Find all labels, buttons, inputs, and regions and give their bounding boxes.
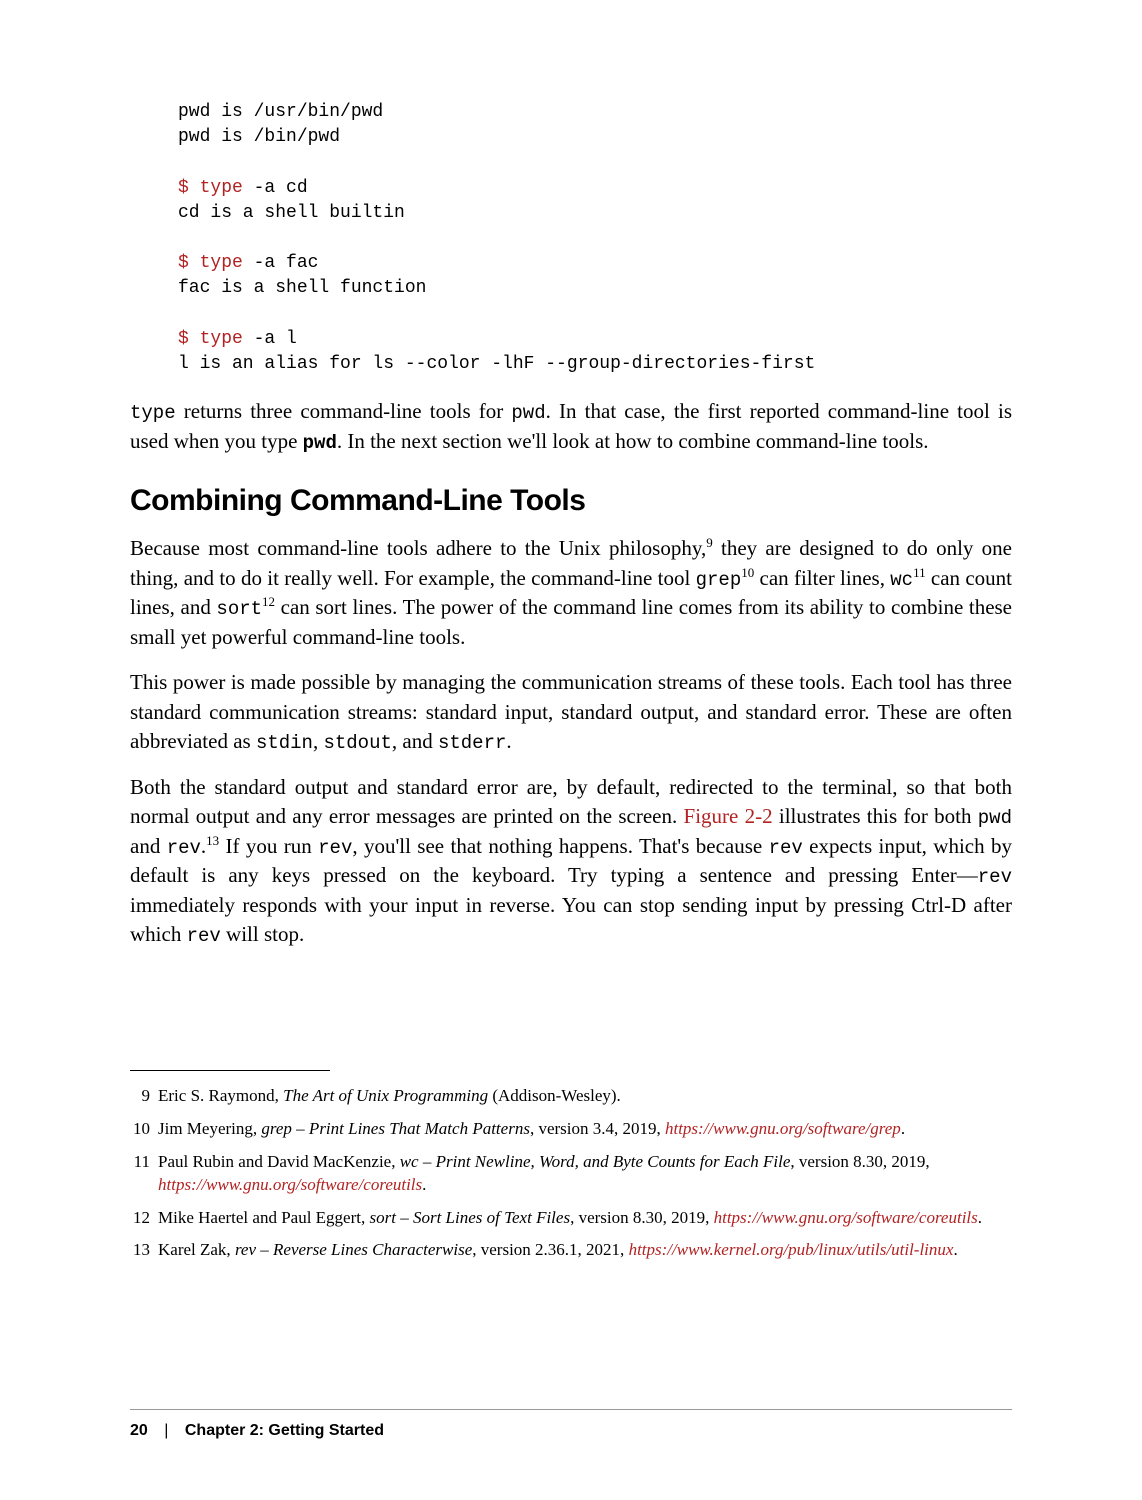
footnote-link[interactable]: https://www.gnu.org/software/coreutils — [158, 1175, 422, 1194]
footnote-number: 9 — [130, 1085, 158, 1108]
footnote-link[interactable]: https://www.gnu.org/software/coreutils — [714, 1208, 978, 1227]
footnote-ref: 10 — [741, 565, 754, 580]
footnote-text: Jim Meyering, grep – Print Lines That Ma… — [158, 1118, 1012, 1141]
paragraph: Both the standard output and standard er… — [130, 773, 1012, 950]
footnote-ref: 12 — [262, 594, 275, 609]
inline-code: rev — [769, 837, 803, 859]
footnote: 10 Jim Meyering, grep – Print Lines That… — [130, 1118, 1012, 1141]
inline-code-bold: pwd — [303, 432, 337, 454]
section-heading: Combining Command-Line Tools — [130, 484, 1012, 518]
footnote-link[interactable]: https://www.gnu.org/software/grep — [665, 1119, 901, 1138]
paragraph: This power is made possible by managing … — [130, 668, 1012, 756]
figure-link[interactable]: Figure 2-2 — [684, 804, 773, 828]
command: type — [200, 253, 243, 273]
code-line: pwd is /usr/bin/pwd — [178, 102, 383, 122]
footnote-number: 11 — [130, 1151, 158, 1197]
footnote-number: 13 — [130, 1239, 158, 1262]
footnote: 12 Mike Haertel and Paul Eggert, sort – … — [130, 1207, 1012, 1230]
footnote-ref: 11 — [913, 565, 926, 580]
footnote-text: Karel Zak, rev – Reverse Lines Character… — [158, 1239, 1012, 1262]
inline-code: stderr — [438, 732, 506, 754]
command-args: -a cd — [243, 178, 308, 198]
inline-code: type — [130, 402, 176, 424]
chapter-title: Chapter 2: Getting Started — [185, 1422, 384, 1439]
footnote-text: Paul Rubin and David MacKenzie, wc – Pri… — [158, 1151, 1012, 1197]
inline-code: rev — [187, 925, 221, 947]
footnote-number: 12 — [130, 1207, 158, 1230]
inline-code: pwd — [978, 807, 1012, 829]
prompt: $ — [178, 329, 200, 349]
command-args: -a l — [243, 329, 297, 349]
page-footer: 20 | Chapter 2: Getting Started — [130, 1409, 1012, 1440]
command: type — [200, 329, 243, 349]
inline-code: grep — [696, 569, 742, 591]
prompt: $ — [178, 178, 200, 198]
footnote: 9 Eric S. Raymond, The Art of Unix Progr… — [130, 1085, 1012, 1108]
footnote-separator — [130, 1070, 330, 1071]
code-output: cd is a shell builtin — [178, 203, 405, 223]
page-number: 20 — [130, 1422, 148, 1439]
inline-code: rev — [978, 866, 1012, 888]
command-args: -a fac — [243, 253, 319, 273]
footnote-ref: 13 — [206, 833, 219, 848]
inline-code: pwd — [511, 402, 545, 424]
inline-code: rev — [318, 837, 352, 859]
footnote-link[interactable]: https://www.kernel.org/pub/linux/utils/u… — [629, 1240, 954, 1259]
footnote-text: Eric S. Raymond, The Art of Unix Program… — [158, 1085, 1012, 1108]
paragraph: Because most command-line tools adhere t… — [130, 534, 1012, 652]
footnote: 11 Paul Rubin and David MacKenzie, wc – … — [130, 1151, 1012, 1197]
command: type — [200, 178, 243, 198]
paragraph: type returns three command-line tools fo… — [130, 397, 1012, 456]
inline-code: stdout — [323, 732, 391, 754]
inline-code: sort — [216, 598, 262, 620]
inline-code: stdin — [256, 732, 313, 754]
code-output: fac is a shell function — [178, 278, 426, 298]
footnote-text: Mike Haertel and Paul Eggert, sort – Sor… — [158, 1207, 1012, 1230]
footnote: 13 Karel Zak, rev – Reverse Lines Charac… — [130, 1239, 1012, 1262]
footnote-number: 10 — [130, 1118, 158, 1141]
code-output: l is an alias for ls --color -lhF --grou… — [178, 354, 815, 374]
inline-code: rev — [167, 837, 201, 859]
code-block: pwd is /usr/bin/pwd pwd is /bin/pwd $ ty… — [178, 100, 1012, 377]
code-line: pwd is /bin/pwd — [178, 127, 340, 147]
inline-code: wc — [890, 569, 913, 591]
prompt: $ — [178, 253, 200, 273]
footer-divider: | — [164, 1422, 168, 1439]
footnotes-section: 9 Eric S. Raymond, The Art of Unix Progr… — [130, 1085, 1012, 1263]
